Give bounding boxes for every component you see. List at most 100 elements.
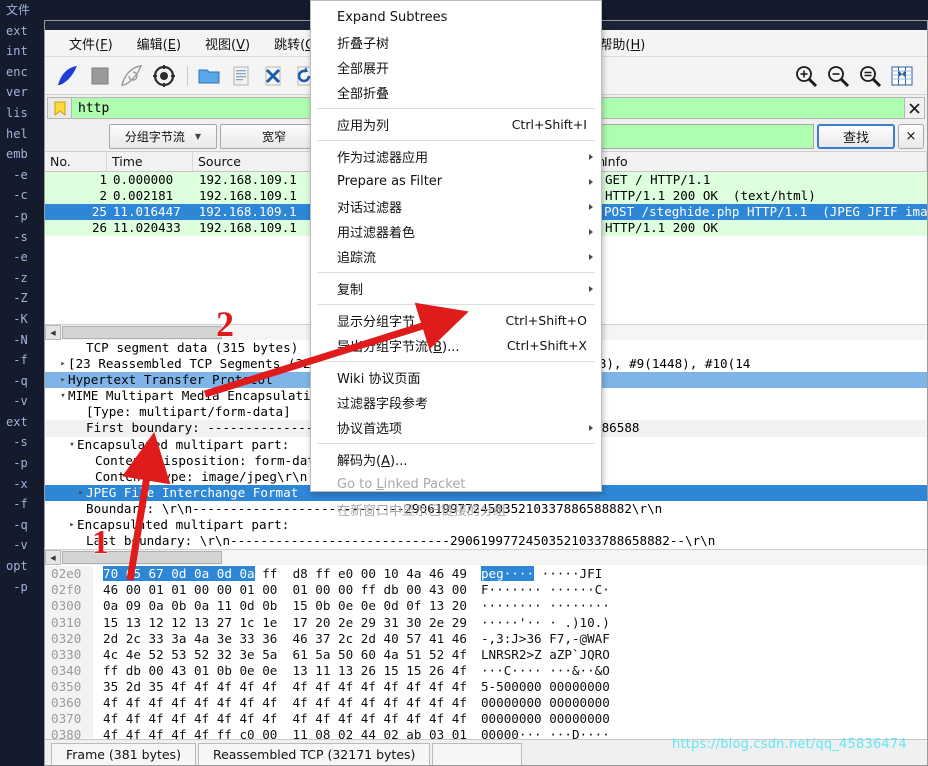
submenu-arrow-icon xyxy=(589,228,593,235)
context-menu-item[interactable]: 应用为列 Ctrl+Shift+I xyxy=(311,112,601,137)
column-header-no[interactable]: No. xyxy=(45,152,107,171)
tree-node-label: Encapsulated multipart part: xyxy=(77,436,290,452)
zoom-reset-icon[interactable] xyxy=(855,61,884,90)
chevron-down-icon[interactable]: ▾ xyxy=(58,388,68,404)
clear-filter-icon[interactable] xyxy=(905,97,925,119)
hex-dump-row[interactable]: 02e0 70 65 67 0d 0a 0d 0a ff d8 ff e0 00 … xyxy=(45,566,927,583)
menu-separator xyxy=(317,361,595,362)
hex-dump-row[interactable]: 02f0 46 00 01 01 00 00 01 00 01 00 00 ff … xyxy=(45,582,927,599)
context-menu-item-label: Expand Subtrees xyxy=(337,10,448,25)
hex-ascii: LNRSR2>Z aZP`JQRO xyxy=(480,646,610,662)
open-file-folder-icon[interactable] xyxy=(194,61,223,90)
hex-dump-row[interactable]: 0370 4f 4f 4f 4f 4f 4f 4f 4f 4f 4f 4f 4f … xyxy=(45,711,927,728)
scroll-left-icon-2[interactable]: ◀ xyxy=(45,550,61,566)
toolbar-separator xyxy=(187,65,188,86)
context-menu-item-accelerator: Ctrl+Shift+X xyxy=(506,338,587,353)
context-menu-item[interactable]: 过滤器字段参考 xyxy=(311,390,601,415)
scrollbar-thumb[interactable] xyxy=(62,326,222,339)
find-search-in-combo[interactable]: 分组字节流 ▼ xyxy=(109,123,217,149)
tree-node-label: MIME Multipart Media Encapsulation xyxy=(68,388,326,404)
hex-bytes: 4f 4f 4f 4f 4f ff c0 00 11 08 02 44 02 a… xyxy=(103,727,467,739)
start-capture-shark-fin-icon[interactable] xyxy=(53,61,82,90)
scrollbar-track-2[interactable] xyxy=(222,550,927,566)
context-menu-item-label: 对话过滤器 xyxy=(337,201,403,216)
hex-bytes: 2d 2c 33 3a 4a 3e 33 36 46 37 2c 2d 40 5… xyxy=(103,630,467,646)
packet-info: HTTP/1.1 200 OK (text/html) xyxy=(605,188,816,203)
context-menu-item[interactable]: 作为过滤器应用 xyxy=(311,144,601,169)
restart-capture-icon[interactable] xyxy=(117,61,146,90)
context-menu-item[interactable]: Expand Subtrees xyxy=(311,5,601,30)
column-header-time[interactable]: Time xyxy=(107,152,193,171)
context-menu-item[interactable]: 全部折叠 xyxy=(311,80,601,105)
context-menu-item[interactable]: 追踪流 xyxy=(311,244,601,269)
save-file-icon[interactable] xyxy=(226,61,255,90)
packet-no: 25 xyxy=(91,204,107,219)
hex-dump-row[interactable]: 0350 35 2d 35 4f 4f 4f 4f 4f 4f 4f 4f 4f … xyxy=(45,678,927,695)
menu-separator xyxy=(317,108,595,109)
context-menu-item[interactable]: Prepare as Filter xyxy=(311,169,601,194)
annotation-marker-one: 1 xyxy=(92,524,110,562)
hex-bytes: 35 2d 35 4f 4f 4f 4f 4f 4f 4f 4f 4f 4f 4… xyxy=(103,678,467,694)
hex-offset: 0310 xyxy=(45,614,93,631)
tree-no-twisty xyxy=(76,340,86,356)
chevron-down-icon[interactable]: ▾ xyxy=(67,437,77,453)
bookmark-icon[interactable] xyxy=(47,97,71,119)
context-menu-item[interactable]: 用过滤器着色 xyxy=(311,219,601,244)
context-menu-item[interactable]: 复制 xyxy=(311,276,601,301)
context-menu-item[interactable]: 对话过滤器 xyxy=(311,194,601,219)
resize-columns-icon[interactable] xyxy=(887,61,916,90)
tab-extra[interactable] xyxy=(432,743,523,765)
scrollbar-thumb-2[interactable] xyxy=(62,551,222,565)
menu-file[interactable]: 文件(F) xyxy=(57,31,125,56)
tab-frame[interactable]: Frame (381 bytes) xyxy=(51,743,196,765)
close-file-icon[interactable] xyxy=(258,61,287,90)
hex-ascii: -,3:J>36 F7,-@WAF xyxy=(480,630,610,646)
context-menu-item[interactable]: 折叠子树 xyxy=(311,30,601,55)
context-menu-item[interactable]: Wiki 协议页面 xyxy=(311,365,601,390)
tree-no-twisty xyxy=(76,501,86,517)
hex-offset: 0380 xyxy=(45,727,93,739)
hex-ascii: 00000··· ···D···· xyxy=(480,727,610,739)
stop-capture-icon[interactable] xyxy=(85,61,114,90)
tree-no-twisty xyxy=(85,453,95,469)
hex-dump-row[interactable]: 0300 0a 09 0a 0b 0a 11 0d 0b 15 0b 0e 0e … xyxy=(45,598,927,615)
hex-dump-row[interactable]: 0320 2d 2c 33 3a 4a 3e 33 36 46 37 2c 2d … xyxy=(45,630,927,647)
packet-bytes-pane[interactable]: 02e0 70 65 67 0d 0a 0d 0a ff d8 ff e0 00 … xyxy=(45,565,927,739)
packet-time: 0.002181 xyxy=(113,188,174,203)
hex-ascii: ·····'·· · .)10.) xyxy=(480,614,610,630)
packet-time: 11.016447 xyxy=(112,204,181,219)
find-button[interactable]: 查找 xyxy=(817,123,895,149)
capture-options-gear-icon[interactable] xyxy=(149,61,178,90)
context-menu-item[interactable]: 协议首选项 xyxy=(311,415,601,440)
context-menu-item-label: 显示分组字节... xyxy=(337,315,428,330)
packet-time: 0.000000 xyxy=(113,172,174,187)
menu-view[interactable]: 视图(V) xyxy=(193,31,262,56)
zoom-out-icon[interactable] xyxy=(823,61,852,90)
scroll-left-icon[interactable]: ◀ xyxy=(45,325,61,340)
find-close-button[interactable]: × xyxy=(898,123,924,149)
column-header-info[interactable]: Info xyxy=(599,152,927,171)
context-menu-item-label: 全部展开 xyxy=(337,62,390,77)
context-menu-item[interactable]: 导出分组字节流(B)... Ctrl+Shift+X xyxy=(311,333,601,358)
detail-tree-hscrollbar[interactable]: ◀ xyxy=(45,549,927,566)
context-menu-item[interactable]: 显示分组字节... Ctrl+Shift+O xyxy=(311,308,601,333)
hex-bytes: 0a 09 0a 0b 0a 11 0d 0b 15 0b 0e 0e 0d 0… xyxy=(103,598,467,614)
menu-edit[interactable]: 编辑(E) xyxy=(125,31,193,56)
context-menu-item-label: Prepare as Filter xyxy=(337,174,443,189)
hex-dump-row[interactable]: 0360 4f 4f 4f 4f 4f 4f 4f 4f 4f 4f 4f 4f … xyxy=(45,694,927,712)
menu-separator xyxy=(317,443,595,444)
submenu-arrow-icon xyxy=(589,285,593,292)
hex-dump-row[interactable]: 0310 15 13 12 12 13 27 1c 1e 17 20 2e 29 … xyxy=(45,614,927,631)
hex-dump-row[interactable]: 0330 4c 4e 52 53 52 32 3e 5a 61 5a 50 60 … xyxy=(45,646,927,663)
tab-reassembled-tcp[interactable]: Reassembled TCP (32171 bytes) xyxy=(197,743,431,765)
context-menu-item[interactable]: 全部展开 xyxy=(311,55,601,80)
chevron-right-icon[interactable]: ▸ xyxy=(76,485,86,501)
context-menu-item[interactable]: 解码为(A)... xyxy=(311,447,601,472)
chevron-right-icon[interactable]: ▸ xyxy=(58,356,68,372)
chevron-right-icon[interactable]: ▸ xyxy=(58,372,68,388)
detail-tree-row[interactable]: Last boundary: \r\n---------------------… xyxy=(45,533,927,549)
zoom-in-icon[interactable] xyxy=(791,61,820,90)
hex-dump-row[interactable]: 0340 ff db 00 43 01 0b 0e 0e 13 11 13 26 … xyxy=(45,662,927,679)
hex-ascii: peg···· ·····JFI xyxy=(480,566,603,582)
chevron-right-icon[interactable]: ▸ xyxy=(67,517,77,533)
